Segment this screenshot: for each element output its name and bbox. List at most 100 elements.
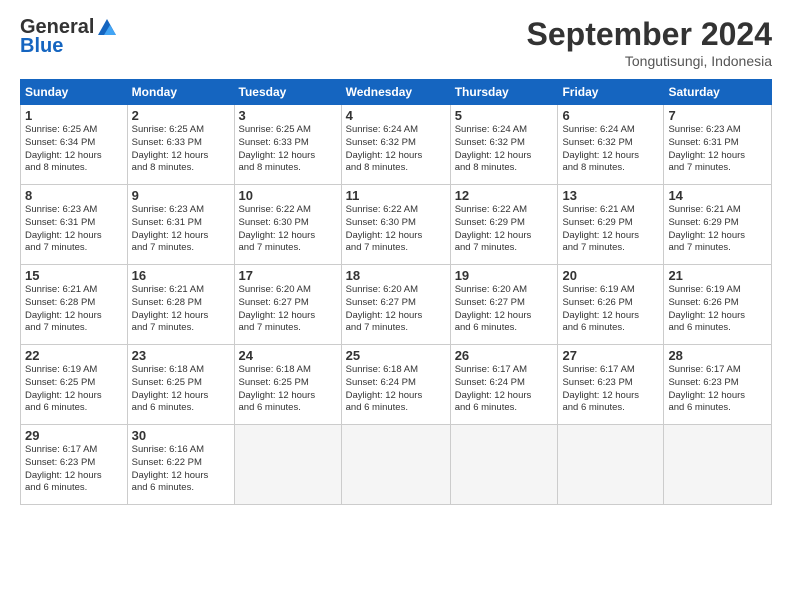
day-number: 19	[455, 268, 554, 283]
day-number: 29	[25, 428, 123, 443]
calendar-cell: 17 Sunrise: 6:20 AMSunset: 6:27 PMDaylig…	[234, 265, 341, 345]
calendar-cell: 11 Sunrise: 6:22 AMSunset: 6:30 PMDaylig…	[341, 185, 450, 265]
calendar-cell: 23 Sunrise: 6:18 AMSunset: 6:25 PMDaylig…	[127, 345, 234, 425]
day-number: 15	[25, 268, 123, 283]
day-info: Sunrise: 6:22 AMSunset: 6:30 PMDaylight:…	[346, 204, 446, 255]
calendar-cell: 3 Sunrise: 6:25 AMSunset: 6:33 PMDayligh…	[234, 105, 341, 185]
calendar-cell: 25 Sunrise: 6:18 AMSunset: 6:24 PMDaylig…	[341, 345, 450, 425]
calendar-table: Sunday Monday Tuesday Wednesday Thursday…	[20, 79, 772, 505]
logo: General Blue	[20, 16, 118, 58]
day-number: 14	[668, 188, 767, 203]
day-number: 13	[562, 188, 659, 203]
calendar-cell: 18 Sunrise: 6:20 AMSunset: 6:27 PMDaylig…	[341, 265, 450, 345]
day-number: 30	[132, 428, 230, 443]
day-number: 3	[239, 108, 337, 123]
header-thursday: Thursday	[450, 80, 558, 105]
calendar-cell: 16 Sunrise: 6:21 AMSunset: 6:28 PMDaylig…	[127, 265, 234, 345]
calendar-cell: 30 Sunrise: 6:16 AMSunset: 6:22 PMDaylig…	[127, 425, 234, 505]
calendar-cell: 5 Sunrise: 6:24 AMSunset: 6:32 PMDayligh…	[450, 105, 558, 185]
calendar-cell	[341, 425, 450, 505]
logo-blue-text: Blue	[20, 35, 63, 58]
calendar-cell	[234, 425, 341, 505]
day-info: Sunrise: 6:21 AMSunset: 6:28 PMDaylight:…	[25, 284, 123, 335]
header-tuesday: Tuesday	[234, 80, 341, 105]
day-info: Sunrise: 6:17 AMSunset: 6:23 PMDaylight:…	[25, 444, 123, 495]
day-info: Sunrise: 6:25 AMSunset: 6:34 PMDaylight:…	[25, 124, 123, 175]
calendar-cell: 4 Sunrise: 6:24 AMSunset: 6:32 PMDayligh…	[341, 105, 450, 185]
day-info: Sunrise: 6:17 AMSunset: 6:24 PMDaylight:…	[455, 364, 554, 415]
day-info: Sunrise: 6:16 AMSunset: 6:22 PMDaylight:…	[132, 444, 230, 495]
day-info: Sunrise: 6:21 AMSunset: 6:29 PMDaylight:…	[562, 204, 659, 255]
day-number: 1	[25, 108, 123, 123]
header-friday: Friday	[558, 80, 664, 105]
calendar-week-row: 15 Sunrise: 6:21 AMSunset: 6:28 PMDaylig…	[21, 265, 772, 345]
calendar-cell: 27 Sunrise: 6:17 AMSunset: 6:23 PMDaylig…	[558, 345, 664, 425]
day-number: 5	[455, 108, 554, 123]
day-info: Sunrise: 6:25 AMSunset: 6:33 PMDaylight:…	[132, 124, 230, 175]
day-info: Sunrise: 6:22 AMSunset: 6:29 PMDaylight:…	[455, 204, 554, 255]
day-info: Sunrise: 6:17 AMSunset: 6:23 PMDaylight:…	[562, 364, 659, 415]
day-number: 28	[668, 348, 767, 363]
day-info: Sunrise: 6:20 AMSunset: 6:27 PMDaylight:…	[346, 284, 446, 335]
calendar-cell: 29 Sunrise: 6:17 AMSunset: 6:23 PMDaylig…	[21, 425, 128, 505]
calendar-week-row: 22 Sunrise: 6:19 AMSunset: 6:25 PMDaylig…	[21, 345, 772, 425]
day-number: 6	[562, 108, 659, 123]
day-info: Sunrise: 6:19 AMSunset: 6:26 PMDaylight:…	[562, 284, 659, 335]
calendar-cell: 10 Sunrise: 6:22 AMSunset: 6:30 PMDaylig…	[234, 185, 341, 265]
day-info: Sunrise: 6:18 AMSunset: 6:24 PMDaylight:…	[346, 364, 446, 415]
day-number: 26	[455, 348, 554, 363]
header: General Blue September 2024 Tongutisungi…	[20, 16, 772, 69]
day-info: Sunrise: 6:24 AMSunset: 6:32 PMDaylight:…	[455, 124, 554, 175]
day-number: 20	[562, 268, 659, 283]
calendar-cell	[664, 425, 772, 505]
day-info: Sunrise: 6:20 AMSunset: 6:27 PMDaylight:…	[455, 284, 554, 335]
day-number: 24	[239, 348, 337, 363]
calendar-cell: 14 Sunrise: 6:21 AMSunset: 6:29 PMDaylig…	[664, 185, 772, 265]
calendar-cell: 19 Sunrise: 6:20 AMSunset: 6:27 PMDaylig…	[450, 265, 558, 345]
logo-icon	[96, 17, 118, 39]
day-number: 21	[668, 268, 767, 283]
calendar-cell: 20 Sunrise: 6:19 AMSunset: 6:26 PMDaylig…	[558, 265, 664, 345]
day-number: 11	[346, 188, 446, 203]
day-info: Sunrise: 6:20 AMSunset: 6:27 PMDaylight:…	[239, 284, 337, 335]
day-number: 2	[132, 108, 230, 123]
day-number: 22	[25, 348, 123, 363]
calendar-cell: 15 Sunrise: 6:21 AMSunset: 6:28 PMDaylig…	[21, 265, 128, 345]
calendar-cell: 24 Sunrise: 6:18 AMSunset: 6:25 PMDaylig…	[234, 345, 341, 425]
header-sunday: Sunday	[21, 80, 128, 105]
calendar-cell: 12 Sunrise: 6:22 AMSunset: 6:29 PMDaylig…	[450, 185, 558, 265]
calendar-cell: 28 Sunrise: 6:17 AMSunset: 6:23 PMDaylig…	[664, 345, 772, 425]
day-info: Sunrise: 6:24 AMSunset: 6:32 PMDaylight:…	[346, 124, 446, 175]
day-info: Sunrise: 6:23 AMSunset: 6:31 PMDaylight:…	[25, 204, 123, 255]
calendar-cell: 6 Sunrise: 6:24 AMSunset: 6:32 PMDayligh…	[558, 105, 664, 185]
calendar-cell: 13 Sunrise: 6:21 AMSunset: 6:29 PMDaylig…	[558, 185, 664, 265]
calendar-cell: 7 Sunrise: 6:23 AMSunset: 6:31 PMDayligh…	[664, 105, 772, 185]
day-number: 27	[562, 348, 659, 363]
day-info: Sunrise: 6:23 AMSunset: 6:31 PMDaylight:…	[132, 204, 230, 255]
day-info: Sunrise: 6:21 AMSunset: 6:28 PMDaylight:…	[132, 284, 230, 335]
day-number: 4	[346, 108, 446, 123]
calendar-cell	[450, 425, 558, 505]
calendar-cell: 21 Sunrise: 6:19 AMSunset: 6:26 PMDaylig…	[664, 265, 772, 345]
title-section: September 2024 Tongutisungi, Indonesia	[527, 16, 772, 69]
calendar-cell	[558, 425, 664, 505]
calendar-cell: 2 Sunrise: 6:25 AMSunset: 6:33 PMDayligh…	[127, 105, 234, 185]
day-info: Sunrise: 6:18 AMSunset: 6:25 PMDaylight:…	[239, 364, 337, 415]
day-number: 9	[132, 188, 230, 203]
day-number: 7	[668, 108, 767, 123]
calendar-week-row: 8 Sunrise: 6:23 AMSunset: 6:31 PMDayligh…	[21, 185, 772, 265]
location: Tongutisungi, Indonesia	[527, 53, 772, 69]
calendar-header-row: Sunday Monday Tuesday Wednesday Thursday…	[21, 80, 772, 105]
day-info: Sunrise: 6:19 AMSunset: 6:25 PMDaylight:…	[25, 364, 123, 415]
day-info: Sunrise: 6:22 AMSunset: 6:30 PMDaylight:…	[239, 204, 337, 255]
header-saturday: Saturday	[664, 80, 772, 105]
day-info: Sunrise: 6:21 AMSunset: 6:29 PMDaylight:…	[668, 204, 767, 255]
day-number: 17	[239, 268, 337, 283]
day-number: 8	[25, 188, 123, 203]
calendar-cell: 9 Sunrise: 6:23 AMSunset: 6:31 PMDayligh…	[127, 185, 234, 265]
calendar-cell: 1 Sunrise: 6:25 AMSunset: 6:34 PMDayligh…	[21, 105, 128, 185]
calendar-week-row: 29 Sunrise: 6:17 AMSunset: 6:23 PMDaylig…	[21, 425, 772, 505]
calendar-cell: 8 Sunrise: 6:23 AMSunset: 6:31 PMDayligh…	[21, 185, 128, 265]
day-number: 12	[455, 188, 554, 203]
header-wednesday: Wednesday	[341, 80, 450, 105]
